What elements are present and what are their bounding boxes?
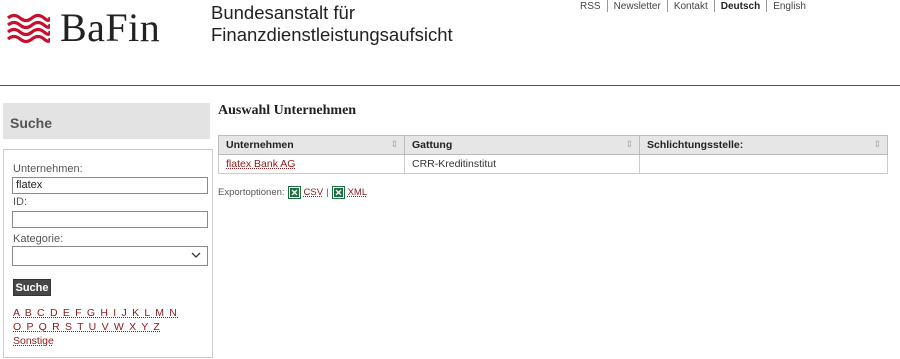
sort-icon[interactable]: ⇕ (625, 139, 633, 150)
alphabet-links[interactable]: A B C D E F G H I J K L M N (13, 307, 178, 319)
logo-subtitle-line2: Finanzdienstleistungsaufsicht (211, 24, 453, 45)
page-title: Auswahl Unternehmen (218, 103, 357, 118)
table-header-row: Unternehmen ⇕ Gattung ⇕ Schlichtungsstel… (218, 135, 888, 155)
alphabet-filter-row1: A B C D E F G H I J K L M N (13, 307, 178, 319)
column-header-unternehmen[interactable]: Unternehmen ⇕ (218, 135, 405, 155)
logo-subtitle: Bundesanstalt für Finanzdienstleistungsa… (211, 2, 453, 46)
bafin-wave-logo-icon[interactable] (6, 13, 50, 43)
rss-link[interactable]: RSS (574, 1, 607, 12)
company-link[interactable]: flatex Bank AG (226, 158, 295, 170)
kontakt-link[interactable]: Kontakt (668, 1, 714, 12)
xml-export-link[interactable]: XML (348, 187, 368, 198)
other-link[interactable]: Sonstige (13, 335, 54, 347)
export-separator: | (326, 187, 329, 198)
xml-export-icon[interactable] (331, 186, 345, 199)
column-label: Unternehmen (226, 139, 294, 151)
csv-export-icon[interactable] (287, 186, 301, 199)
export-label: Exportoptionen: (218, 187, 285, 198)
table-cell-type: CRR-Kreditinstitut (404, 154, 640, 174)
alphabet-links[interactable]: O P Q R S T U V W X Y Z (13, 321, 161, 333)
language-english-link[interactable]: English (767, 1, 812, 12)
company-input[interactable]: flatex (12, 177, 208, 194)
table-row: flatex Bank AG CRR-Kreditinstitut (218, 154, 888, 174)
id-label: ID: (13, 196, 28, 208)
csv-export-link[interactable]: CSV (304, 187, 324, 198)
id-input[interactable] (12, 211, 208, 228)
sort-icon[interactable]: ⇕ (873, 139, 881, 150)
export-options: Exportoptionen: CSV | XML (218, 186, 370, 199)
other-filter: Sonstige (13, 335, 54, 347)
logo-subtitle-line1: Bundesanstalt für (211, 2, 355, 23)
alphabet-filter-row2: O P Q R S T U V W X Y Z (13, 321, 161, 333)
column-label: Schlichtungsstelle: (647, 139, 744, 151)
header-divider (0, 85, 900, 86)
column-header-schlichtungsstelle[interactable]: Schlichtungsstelle: ⇕ (639, 135, 888, 155)
results-table: Unternehmen ⇕ Gattung ⇕ Schlichtungsstel… (218, 135, 888, 174)
sidebar-title: Suche (10, 115, 53, 131)
search-button[interactable]: Suche (13, 279, 51, 296)
category-select[interactable] (12, 246, 208, 266)
search-form: Unternehmen: flatex ID: Kategorie: Suche… (3, 149, 213, 358)
company-label: Unternehmen: (13, 163, 83, 175)
sidebar-header: Suche (3, 103, 210, 139)
column-label: Gattung (412, 139, 453, 151)
sort-icon[interactable]: ⇕ (390, 139, 398, 150)
meta-navigation: RSS Newsletter Kontakt Deutsch English (574, 0, 812, 12)
language-deutsch-link[interactable]: Deutsch (715, 1, 766, 12)
newsletter-link[interactable]: Newsletter (608, 1, 667, 12)
column-header-gattung[interactable]: Gattung ⇕ (404, 135, 640, 155)
table-cell-company: flatex Bank AG (218, 154, 405, 174)
chevron-down-icon (191, 250, 201, 263)
table-cell-arbitration (639, 154, 888, 174)
logo-wordmark[interactable]: BaFin (60, 4, 160, 51)
category-label: Kategorie: (13, 233, 64, 245)
